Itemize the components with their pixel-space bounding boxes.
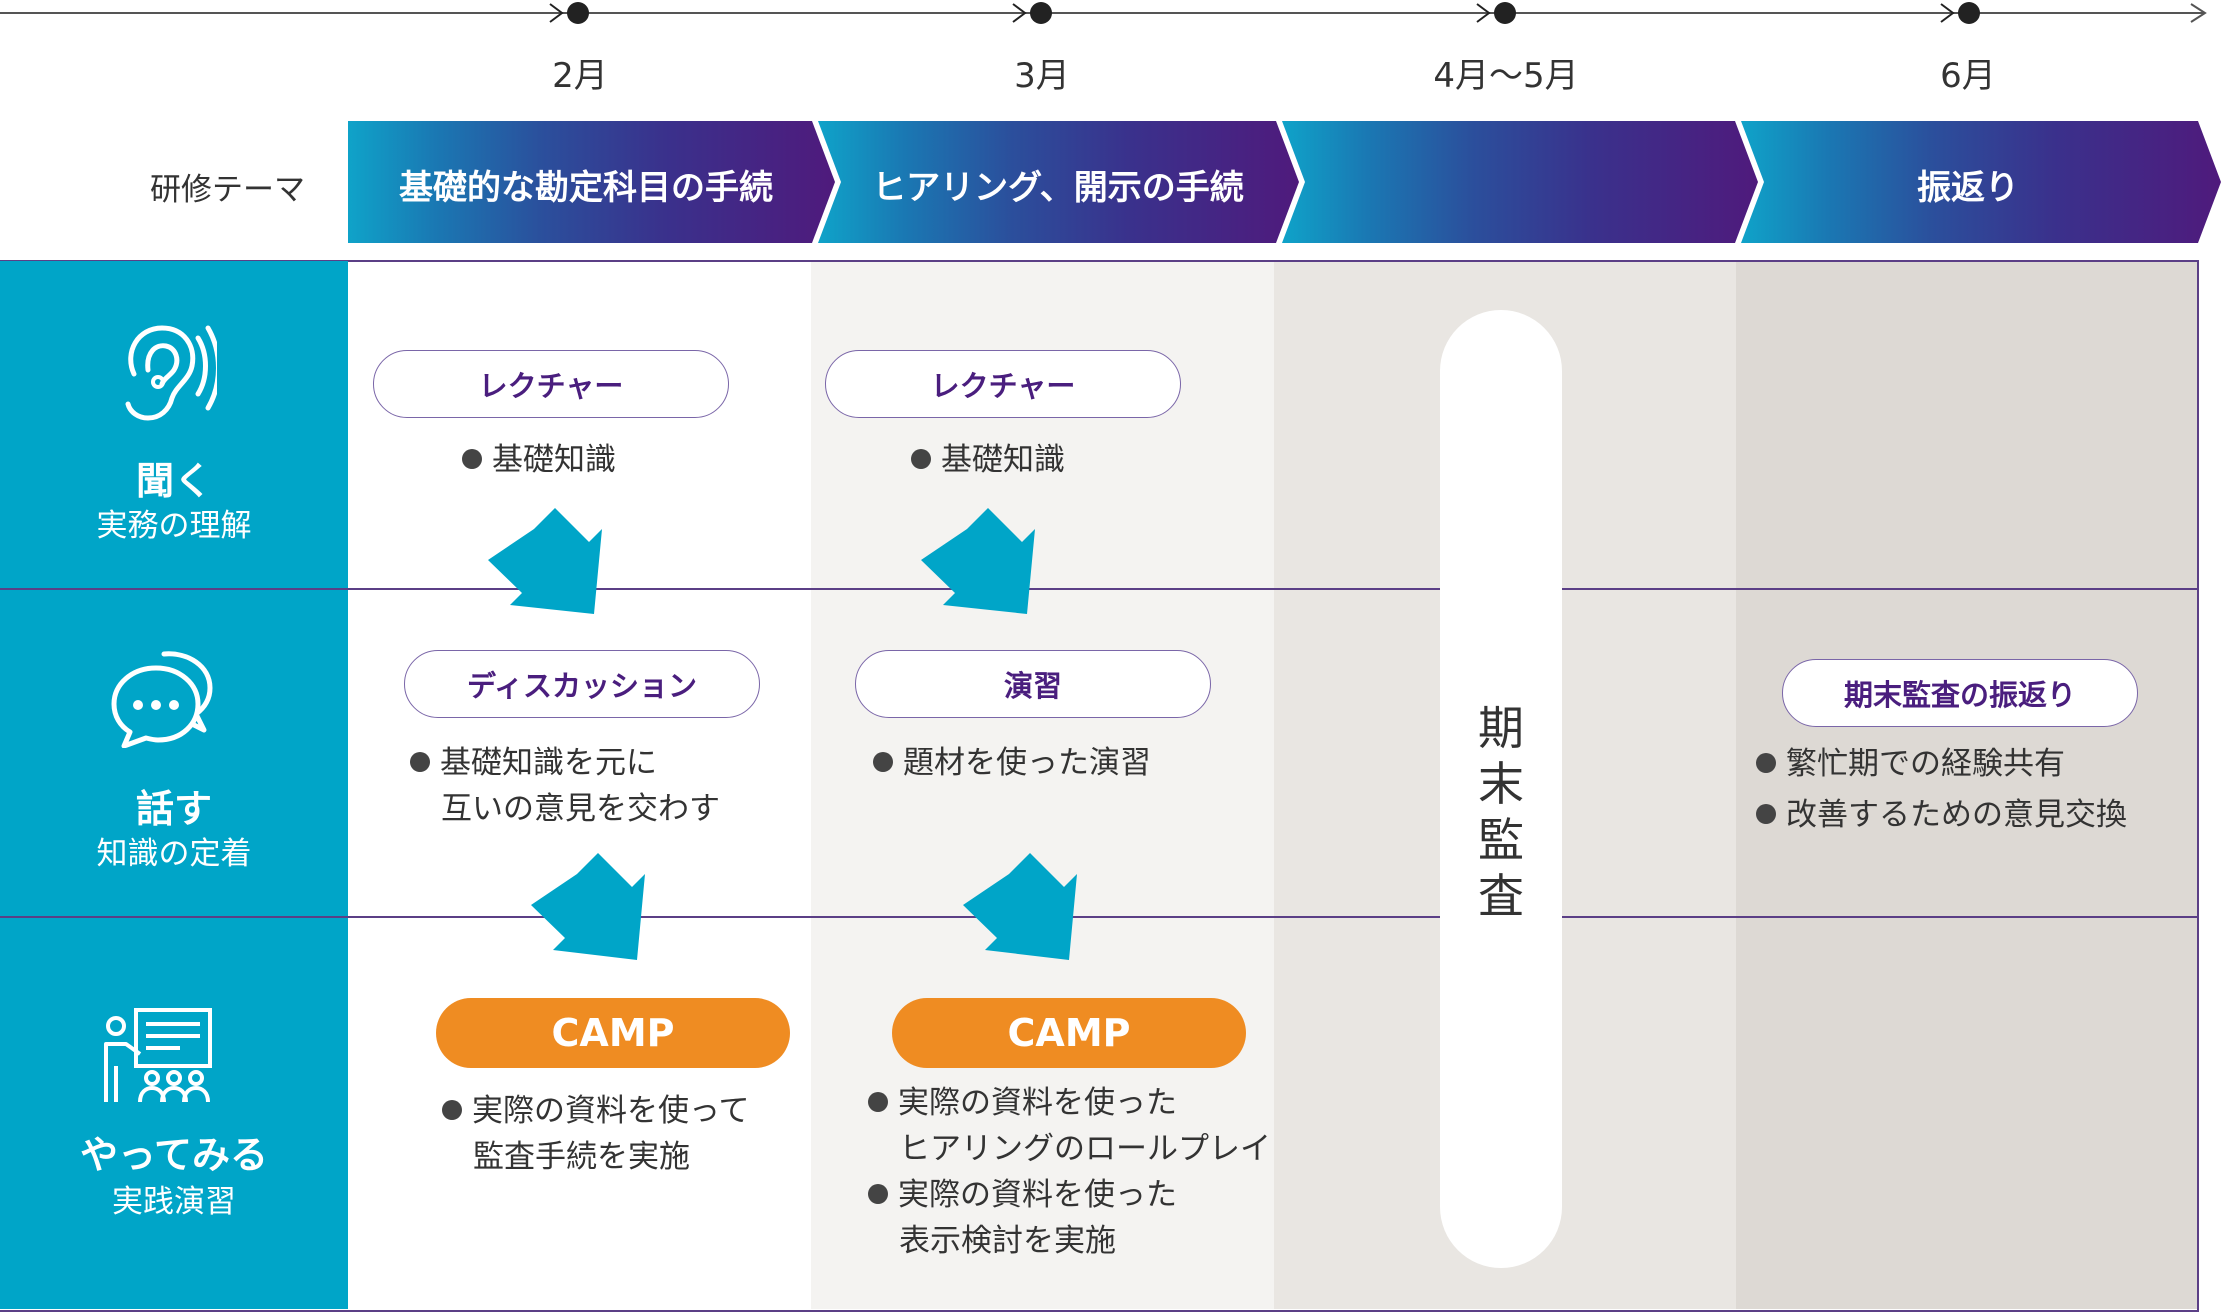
month-aprmay: 4月〜5月: [1433, 56, 1579, 96]
row-divider-1: [0, 588, 2198, 590]
mar-lecture-pill: レクチャー: [825, 350, 1181, 418]
ear-icon: [125, 325, 217, 421]
row-title-listen: 聞く: [135, 459, 212, 503]
audit-label: 期末監査: [1440, 700, 1562, 924]
mar-do-bullet-1: 実際の資料を使った ヒアリングのロールプレイ: [868, 1080, 1271, 1172]
mar-camp-pill: CAMP: [892, 998, 1246, 1068]
feb-listen-bullet: 基礎知識: [462, 437, 616, 483]
row-subtitle-do: 実践演習: [112, 1184, 236, 1220]
feb-discussion-pill: ディスカッション: [404, 650, 760, 718]
theme-item-feb: 基礎的な勘定科目の手続: [399, 168, 773, 208]
audit-label-char: 監: [1478, 813, 1524, 867]
audit-label-char: 末: [1478, 757, 1524, 811]
row-subtitle-listen: 実務の理解: [96, 508, 252, 544]
feb-talk-bullet: 基礎知識を元に 互いの意見を交わす: [410, 740, 720, 832]
feb-camp-pill: CAMP: [436, 998, 790, 1068]
mar-do-bullet-2: 実際の資料を使った 表示検討を実施: [868, 1172, 1177, 1264]
row-title-talk: 話す: [135, 787, 212, 831]
month-jun: 6月: [1940, 56, 1996, 96]
feb-lecture-pill: レクチャー: [373, 350, 729, 418]
audit-label-char: 査: [1478, 869, 1524, 923]
month-feb: 2月: [552, 56, 608, 96]
mar-exercise-pill: 演習: [855, 650, 1211, 718]
row-subtitle-talk: 知識の定着: [96, 836, 252, 872]
feb-do-bullet: 実際の資料を使って 監査手続を実施: [442, 1088, 749, 1180]
jun-bullet-1: 繁忙期での経験共有: [1756, 741, 2065, 787]
theme-item-mar: ヒアリング、開示の手続: [872, 168, 1244, 208]
speech-bubbles-icon: [111, 651, 213, 748]
row-divider-2: [0, 916, 2198, 918]
row-title-do: やってみる: [79, 1133, 269, 1177]
jun-bullet-2: 改善するための意見交換: [1756, 792, 2127, 838]
theme-item-jun: 振返り: [1917, 168, 2019, 208]
month-mar: 3月: [1014, 56, 1070, 96]
presentation-icon: [104, 1008, 212, 1103]
theme-chevron-aprmay: [1282, 121, 1758, 243]
audit-label-char: 期: [1478, 701, 1524, 755]
theme-label: 研修テーマ: [150, 172, 305, 208]
timeline: [0, 2, 2207, 24]
mar-listen-bullet: 基礎知識: [911, 437, 1065, 483]
jun-review-pill: 期末監査の振返り: [1782, 659, 2138, 727]
mar-talk-bullet: 題材を使った演習: [873, 740, 1151, 786]
